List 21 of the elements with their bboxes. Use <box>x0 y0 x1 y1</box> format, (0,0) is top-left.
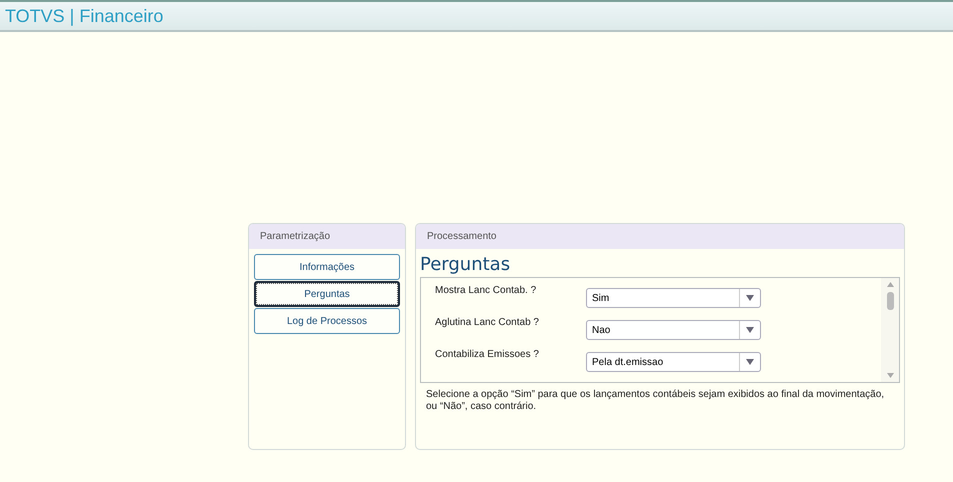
select-field[interactable]: Pela dt.emissao <box>586 352 761 372</box>
help-text: Selecione a opção “Sim” para que os lançamentos contábeis sejam exibidos ao final da movimentação, ou “Não”, caso contrário. <box>426 389 886 413</box>
nav-button[interactable]: Informações <box>254 254 400 280</box>
nav-button[interactable]: Perguntas <box>254 281 400 307</box>
question-label: Aglutina Lanc Contab ? <box>435 317 540 330</box>
panel-title: Processamento <box>427 231 496 242</box>
nav-button[interactable]: Log de Processos <box>254 308 400 334</box>
caret-icon <box>746 295 754 301</box>
scroll-down-icon[interactable] <box>886 373 894 378</box>
caret-icon <box>746 327 754 333</box>
select-field[interactable]: Nao <box>586 320 761 340</box>
caret-icon <box>746 359 754 365</box>
scroll-up-icon[interactable] <box>886 282 894 287</box>
panel-title: Parametrização <box>260 231 330 242</box>
scrollbar-thumb[interactable] <box>886 292 894 310</box>
app-title: TOTVS | Financeiro <box>5 6 164 26</box>
section-heading: Perguntas <box>420 254 512 275</box>
scrollbar[interactable] <box>881 278 899 382</box>
question-label: Mostra Lanc Contab. ? <box>435 285 538 298</box>
question-label: Contabiliza Emissoes ? <box>435 349 540 362</box>
select-field[interactable]: Sim <box>586 288 761 308</box>
